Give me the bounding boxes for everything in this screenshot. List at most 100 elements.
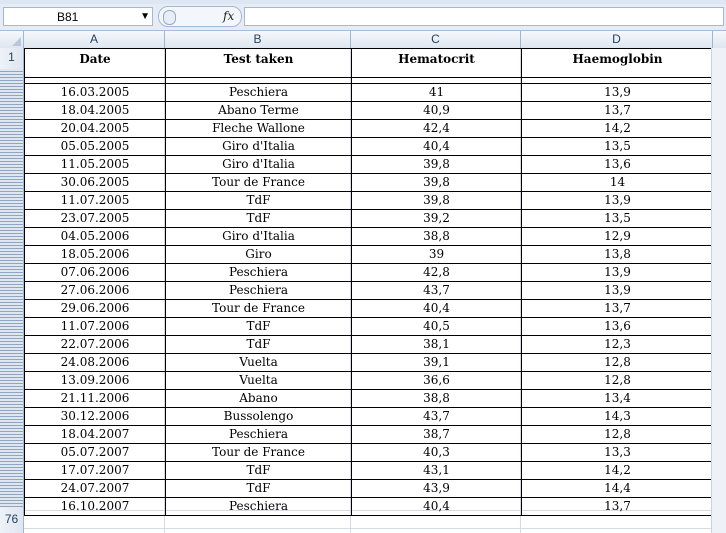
cell-hematocrit[interactable]: 42,8 <box>351 263 522 282</box>
cell-haemoglobin[interactable]: 13,7 <box>521 101 714 120</box>
cell-date[interactable]: 22.07.2006 <box>24 335 166 354</box>
cell-hematocrit[interactable]: 39,2 <box>351 209 522 228</box>
cell-haemoglobin[interactable]: 13,9 <box>521 263 714 282</box>
cell-test-taken[interactable]: Tour de France <box>165 173 352 192</box>
cell-test-taken[interactable]: Bussolengo <box>165 407 352 426</box>
cell-haemoglobin[interactable]: 14,2 <box>521 461 714 480</box>
cell-haemoglobin[interactable]: 12,3 <box>521 335 714 354</box>
header-date[interactable]: Date <box>24 48 166 78</box>
cell-date[interactable]: 11.07.2006 <box>24 317 166 336</box>
cell-hematocrit[interactable]: 43,1 <box>351 461 522 480</box>
cell-test-taken[interactable]: TdF <box>165 461 352 480</box>
cell-test-taken[interactable]: Peschiera <box>165 425 352 444</box>
cell-date[interactable]: 11.07.2005 <box>24 191 166 210</box>
cell-date[interactable]: 18.05.2006 <box>24 245 166 264</box>
cell-haemoglobin[interactable]: 14,4 <box>521 479 714 498</box>
cell-date[interactable]: 27.06.2006 <box>24 281 166 300</box>
cell-test-taken[interactable]: Abano Terme <box>165 101 352 120</box>
cell-haemoglobin[interactable]: 13,7 <box>521 497 714 516</box>
cell-haemoglobin[interactable]: 12,8 <box>521 353 714 372</box>
cell-hematocrit[interactable]: 39,8 <box>351 173 522 192</box>
cell-date[interactable]: 05.05.2005 <box>24 137 166 156</box>
cell-hematocrit[interactable]: 40,9 <box>351 101 522 120</box>
cell-haemoglobin[interactable]: 14,3 <box>521 407 714 426</box>
cell-haemoglobin[interactable]: 14 <box>521 173 714 192</box>
cell-hematocrit[interactable]: 43,9 <box>351 479 522 498</box>
cell-haemoglobin[interactable]: 13,3 <box>521 443 714 462</box>
cell-date[interactable]: 24.08.2006 <box>24 353 166 372</box>
cell-date[interactable]: 30.12.2006 <box>24 407 166 426</box>
cell-date[interactable]: 24.07.2007 <box>24 479 166 498</box>
resize-handle-icon[interactable] <box>163 10 176 25</box>
cell-date[interactable]: 17.07.2007 <box>24 461 166 480</box>
column-header-a[interactable]: A <box>24 31 165 48</box>
cell-test-taken[interactable]: TdF <box>165 209 352 228</box>
cell-haemoglobin[interactable]: 12,8 <box>521 371 714 390</box>
cell-haemoglobin[interactable]: 13,5 <box>521 137 714 156</box>
cell-hematocrit[interactable]: 38,8 <box>351 389 522 408</box>
cell-hematocrit[interactable]: 43,7 <box>351 281 522 300</box>
row-header-last[interactable]: 76 <box>0 512 23 526</box>
cell-hematocrit[interactable]: 40,3 <box>351 443 522 462</box>
cell-hematocrit[interactable]: 40,4 <box>351 497 522 516</box>
cell-test-taken[interactable]: Giro d'Italia <box>165 155 352 174</box>
cell-hematocrit[interactable]: 36,6 <box>351 371 522 390</box>
cell-haemoglobin[interactable]: 13,9 <box>521 83 714 102</box>
header-test-taken[interactable]: Test taken <box>165 48 352 78</box>
cell-hematocrit[interactable]: 43,7 <box>351 407 522 426</box>
cell-test-taken[interactable]: Giro <box>165 245 352 264</box>
insert-function-icon[interactable]: fx <box>223 9 234 23</box>
formula-input[interactable] <box>244 7 724 26</box>
cell-hematocrit[interactable]: 42,4 <box>351 119 522 138</box>
cell-hematocrit[interactable]: 39,1 <box>351 353 522 372</box>
cell-date[interactable]: 21.11.2006 <box>24 389 166 408</box>
cell-date[interactable]: 29.06.2006 <box>24 299 166 318</box>
cell-hematocrit[interactable]: 40,4 <box>351 299 522 318</box>
header-hematocrit[interactable]: Hematocrit <box>351 48 522 78</box>
cell-haemoglobin[interactable]: 13,5 <box>521 209 714 228</box>
row-header-first[interactable]: 1 <box>0 50 23 64</box>
cell-test-taken[interactable]: TdF <box>165 191 352 210</box>
cell-test-taken[interactable]: Tour de France <box>165 443 352 462</box>
cell-haemoglobin[interactable]: 14,2 <box>521 119 714 138</box>
cell-haemoglobin[interactable]: 13,9 <box>521 281 714 300</box>
cell-test-taken[interactable]: TdF <box>165 479 352 498</box>
cell-hematocrit[interactable]: 39 <box>351 245 522 264</box>
cell-date[interactable]: 23.07.2005 <box>24 209 166 228</box>
cell-hematocrit[interactable]: 38,1 <box>351 335 522 354</box>
cell-haemoglobin[interactable]: 13,6 <box>521 317 714 336</box>
cell-test-taken[interactable]: Tour de France <box>165 299 352 318</box>
cell-test-taken[interactable]: Vuelta <box>165 353 352 372</box>
cell-test-taken[interactable]: TdF <box>165 317 352 336</box>
cell-hematocrit[interactable]: 39,8 <box>351 191 522 210</box>
header-haemoglobin[interactable]: Haemoglobin <box>521 48 714 78</box>
cell-date[interactable]: 16.10.2007 <box>24 497 166 516</box>
cell-test-taken[interactable]: Abano <box>165 389 352 408</box>
column-header-b[interactable]: B <box>165 31 351 48</box>
cell-hematocrit[interactable]: 39,8 <box>351 155 522 174</box>
cell-date[interactable]: 05.07.2007 <box>24 443 166 462</box>
select-all-button[interactable] <box>0 31 24 48</box>
cell-date[interactable]: 20.04.2005 <box>24 119 166 138</box>
vertical-scrollbar-edge[interactable] <box>711 48 726 533</box>
cell-hematocrit[interactable]: 40,4 <box>351 137 522 156</box>
cell-date[interactable]: 13.09.2006 <box>24 371 166 390</box>
cell-date[interactable]: 04.05.2006 <box>24 227 166 246</box>
cell-hematocrit[interactable]: 40,5 <box>351 317 522 336</box>
cell-haemoglobin[interactable]: 13,9 <box>521 191 714 210</box>
name-box[interactable]: B81 ▼ <box>3 7 153 26</box>
cell-test-taken[interactable]: Peschiera <box>165 83 352 102</box>
worksheet-grid[interactable]: Date Test taken Hematocrit Haemoglobin 1… <box>24 48 726 533</box>
cell-haemoglobin[interactable]: 13,6 <box>521 155 714 174</box>
cell-haemoglobin[interactable]: 13,8 <box>521 245 714 264</box>
cell-haemoglobin[interactable]: 12,8 <box>521 425 714 444</box>
cell-date[interactable]: 07.06.2006 <box>24 263 166 282</box>
cell-test-taken[interactable]: Vuelta <box>165 371 352 390</box>
cell-test-taken[interactable]: Giro d'Italia <box>165 227 352 246</box>
cell-test-taken[interactable]: TdF <box>165 335 352 354</box>
cell-hematocrit[interactable]: 41 <box>351 83 522 102</box>
cell-date[interactable]: 18.04.2007 <box>24 425 166 444</box>
cell-test-taken[interactable]: Giro d'Italia <box>165 137 352 156</box>
column-header-d[interactable]: D <box>521 31 713 48</box>
cell-date[interactable]: 18.04.2005 <box>24 101 166 120</box>
